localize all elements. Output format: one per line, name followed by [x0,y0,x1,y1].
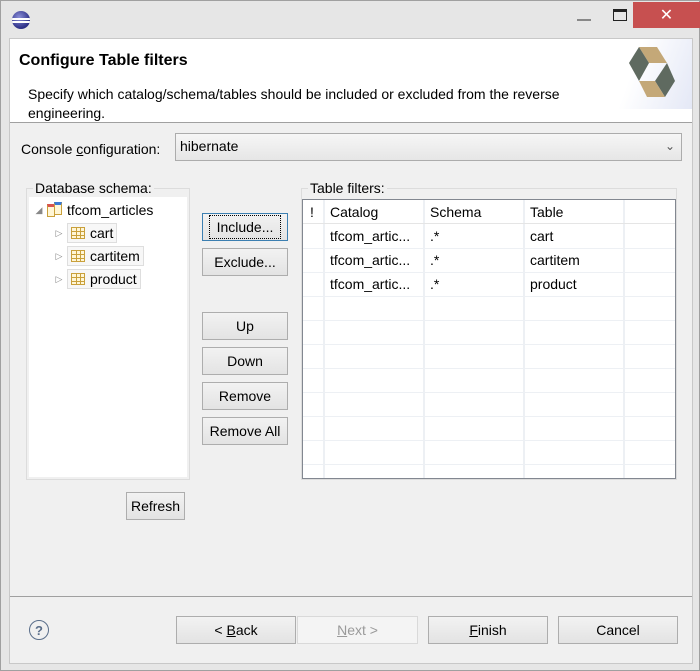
next-button[interactable]: Next > [297,616,418,644]
collapsed-triangle-icon[interactable]: ▷ [53,228,65,239]
hibernate-logo-icon [629,47,675,97]
up-button[interactable]: Up [202,312,288,340]
title-bar: ✕ [1,1,700,35]
cancel-button[interactable]: Cancel [558,616,678,644]
remove-all-button[interactable]: Remove All [202,417,288,445]
minimize-icon [577,19,591,21]
cell-catalog: tfcom_artic... [330,276,411,292]
cell-schema: .* [430,228,440,244]
column-header-table[interactable]: Table [530,204,563,220]
table-icon [71,250,85,262]
minimize-button[interactable] [567,2,601,28]
page-description: Specify which catalog/schema/tables shou… [28,86,560,121]
cell-table: product [530,276,577,292]
table-filters-group: Table filters: ! Catalog Schema Table tf… [301,180,677,480]
help-icon[interactable]: ? [29,620,49,640]
console-configuration-label: Console configuration: [21,141,161,157]
cell-catalog: tfcom_artic... [330,228,411,244]
tree-item-product[interactable]: ▷ product [53,268,141,290]
cell-table: cartitem [530,252,580,268]
database-schema-group: Database schema: ◢ tfcom_articles ▷ cart… [26,180,190,480]
maximize-button[interactable] [605,2,635,28]
collapsed-triangle-icon[interactable]: ▷ [53,251,65,262]
tree-item-label: tfcom_articles [67,202,154,218]
maximize-icon [613,9,627,21]
cell-catalog: tfcom_artic... [330,252,411,268]
remove-button[interactable]: Remove [202,382,288,410]
chevron-down-icon: ⌄ [664,139,675,153]
table-filters-table[interactable]: ! Catalog Schema Table tfcom_artic... .* [302,199,676,479]
column-header-schema[interactable]: Schema [430,204,481,220]
table-filters-label: Table filters: [308,180,387,196]
table-icon [71,227,85,239]
cell-schema: .* [430,252,440,268]
column-header-exclude[interactable]: ! [310,204,314,220]
close-icon: ✕ [659,7,674,24]
tree-item-cart[interactable]: ▷ cart [53,222,118,244]
database-schema-tree[interactable]: ◢ tfcom_articles ▷ cart ▷ cartitem ▷ pro… [29,197,187,477]
eclipse-icon [12,11,30,29]
tree-item-cartitem[interactable]: ▷ cartitem [53,245,144,267]
column-header-catalog[interactable]: Catalog [330,204,378,220]
schema-icon [47,202,63,218]
cell-table: cart [530,228,554,244]
console-configuration-value: hibernate [180,138,239,154]
footer-separator [10,596,692,597]
refresh-button[interactable]: Refresh [126,492,185,520]
expanded-triangle-icon[interactable]: ◢ [33,205,45,216]
table-icon [71,273,85,285]
page-title: Configure Table filters [19,52,188,69]
back-button[interactable]: < Back [176,616,296,644]
finish-button[interactable]: Finish [428,616,548,644]
table-header: ! Catalog Schema Table [303,200,675,224]
tree-item-root[interactable]: ◢ tfcom_articles [33,199,153,221]
header-banner [612,39,692,109]
wizard-client-area: Configure Table filters Specify which ca… [9,38,693,664]
tree-item-label: product [90,271,137,287]
console-configuration-select[interactable]: hibernate ⌄ [175,133,682,161]
include-button[interactable]: Include... [202,213,288,241]
close-button[interactable]: ✕ [633,2,700,28]
exclude-button[interactable]: Exclude... [202,248,288,276]
tree-item-label: cartitem [90,248,140,264]
wizard-window: ✕ Configure Table filters Specify which … [0,0,700,671]
cell-schema: .* [430,276,440,292]
collapsed-triangle-icon[interactable]: ▷ [53,274,65,285]
tree-item-label: cart [90,225,114,241]
wizard-header: Configure Table filters Specify which ca… [10,39,692,123]
down-button[interactable]: Down [202,347,288,375]
database-schema-label: Database schema: [33,180,154,196]
